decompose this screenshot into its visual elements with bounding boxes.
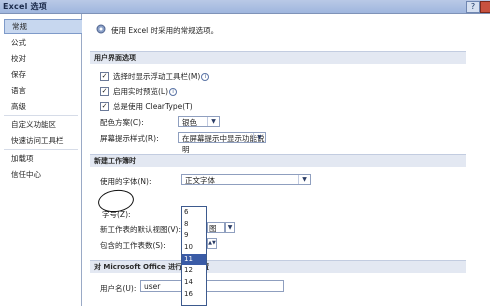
- main-panel: 使用 Excel 时采用的常规选项。 用户界面选项 ✓ 选择时显示浮动工具栏(M…: [82, 14, 490, 306]
- intro-line: 使用 Excel 时采用的常规选项。: [96, 24, 219, 36]
- help-button[interactable]: ?: [466, 1, 480, 13]
- sheet-count-label: 包含的工作表数(S):: [100, 241, 166, 250]
- intro-text: 使用 Excel 时采用的常规选项。: [111, 26, 219, 35]
- spin-arrows-icon: ▲▼: [208, 240, 216, 246]
- default-view-label: 新工作表的默认视图(V):: [100, 225, 182, 234]
- section-personalize: 对 Microsoft Office 进行置: [90, 260, 466, 273]
- default-view-dropdown-button[interactable]: ▼: [225, 222, 235, 233]
- color-scheme-label: 配色方案(C):: [100, 118, 144, 127]
- font-size-dropdown-list: 6 8 9 10 11 12 14 16: [181, 206, 207, 306]
- font-size-option[interactable]: 8: [182, 219, 206, 231]
- sidebar-item-proofing[interactable]: 校对: [4, 52, 83, 65]
- checkbox-label: 启用实时预览(L): [113, 87, 169, 96]
- sidebar-item-customize-ribbon[interactable]: 自定义功能区: [4, 118, 83, 131]
- tooltip-style-label: 屏幕提示样式(R):: [100, 134, 159, 143]
- checkbox-label: 选择时显示浮动工具栏(M): [113, 72, 201, 81]
- settings-gear-icon: [96, 24, 106, 34]
- font-size-option[interactable]: 14: [182, 277, 206, 289]
- section-ui-options: 用户界面选项: [90, 51, 466, 64]
- section-new-workbook: 新建工作簿时: [90, 154, 466, 167]
- title-bar: Excel 选项 ?: [0, 0, 490, 14]
- username-label: 用户名(U):: [100, 284, 137, 293]
- font-label: 使用的字体(N):: [100, 177, 152, 186]
- font-size-option[interactable]: 10: [182, 242, 206, 254]
- default-view-select[interactable]: 图: [207, 222, 225, 233]
- font-size-option[interactable]: 16: [182, 289, 206, 301]
- checkbox-cleartype[interactable]: ✓: [100, 102, 109, 111]
- font-select[interactable]: 正文字体 ▼: [181, 174, 311, 185]
- chevron-down-icon: ▼: [253, 133, 265, 142]
- font-size-option[interactable]: 6: [182, 207, 206, 219]
- sidebar-item-quick-access[interactable]: 快速访问工具栏: [4, 134, 83, 147]
- sidebar-item-addins[interactable]: 加载项: [4, 152, 83, 165]
- username-input[interactable]: user: [140, 280, 284, 292]
- sidebar: 常规 公式 校对 保存 语言 高级 自定义功能区 快速访问工具栏 加载项 信任中…: [0, 14, 85, 306]
- chevron-down-icon: ▼: [298, 175, 310, 184]
- font-size-option[interactable]: 9: [182, 230, 206, 242]
- checkbox-label: 总是使用 ClearType(T): [113, 102, 193, 111]
- sidebar-item-save[interactable]: 保存: [4, 68, 83, 81]
- chevron-down-icon: ▼: [227, 224, 233, 231]
- font-size-option[interactable]: 12: [182, 265, 206, 277]
- sidebar-item-trust-center[interactable]: 信任中心: [4, 168, 83, 181]
- sidebar-item-formulas[interactable]: 公式: [4, 36, 83, 49]
- checkbox-mini-toolbar[interactable]: ✓: [100, 72, 109, 81]
- sidebar-item-general[interactable]: 常规: [4, 19, 85, 34]
- sidebar-divider: [4, 149, 78, 150]
- close-button[interactable]: [480, 1, 490, 13]
- sheet-count-spinner[interactable]: ▲▼: [207, 238, 217, 249]
- chevron-down-icon: ▼: [207, 117, 219, 126]
- checkbox-live-preview[interactable]: ✓: [100, 87, 109, 96]
- font-size-option-selected[interactable]: 11: [182, 253, 206, 266]
- sidebar-divider: [4, 115, 78, 116]
- sidebar-item-language[interactable]: 语言: [4, 84, 83, 97]
- window-title: Excel 选项: [3, 2, 47, 11]
- color-scheme-select[interactable]: 银色 ▼: [178, 116, 220, 127]
- info-icon: i: [169, 88, 178, 96]
- info-icon: i: [201, 73, 210, 81]
- tooltip-style-select[interactable]: 在屏幕提示中显示功能说明 ▼: [178, 132, 266, 154]
- sidebar-item-advanced[interactable]: 高级: [4, 100, 83, 113]
